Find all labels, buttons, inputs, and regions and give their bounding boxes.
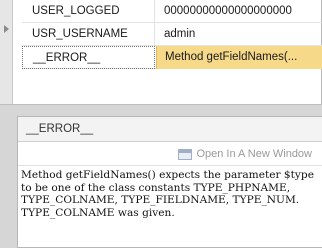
open-new-window-button[interactable]: Open In A New Window (178, 146, 312, 162)
expand-arrow-icon[interactable] (4, 25, 9, 33)
open-new-window-label: Open In A New Window (196, 148, 312, 160)
variable-value: admin (164, 28, 196, 40)
variable-name: USR_USERNAME (22, 23, 155, 46)
window-icon (178, 148, 193, 160)
variable-value: 00000000000000000000 (164, 5, 292, 17)
collapse-strip[interactable] (0, 0, 13, 104)
detail-title: __ERROR__ (18, 117, 322, 142)
table-row[interactable]: USER_LOGGED 00000000000000000000 (22, 0, 322, 23)
debugger-window: USER_LOGGED 00000000000000000000 USR_USE… (0, 0, 322, 248)
table-row-selected[interactable]: __ERROR__ Method getFieldNames(... (22, 46, 322, 69)
panel-splitter[interactable] (0, 104, 322, 116)
variable-value: Method getFieldNames(... (156, 46, 322, 69)
table-row[interactable]: USR_USERNAME admin (22, 23, 322, 46)
variable-name: __ERROR__ (22, 46, 155, 69)
detail-value-text: Method getFieldNames() expects the param… (21, 169, 318, 219)
detail-toolbar: Open In A New Window (18, 142, 322, 166)
variable-detail-panel: __ERROR__ Open In A New Window Method ge… (17, 116, 322, 248)
variable-name: USER_LOGGED (22, 0, 155, 23)
variables-table: USER_LOGGED 00000000000000000000 USR_USE… (22, 0, 322, 69)
variables-panel: USER_LOGGED 00000000000000000000 USR_USE… (0, 0, 322, 104)
